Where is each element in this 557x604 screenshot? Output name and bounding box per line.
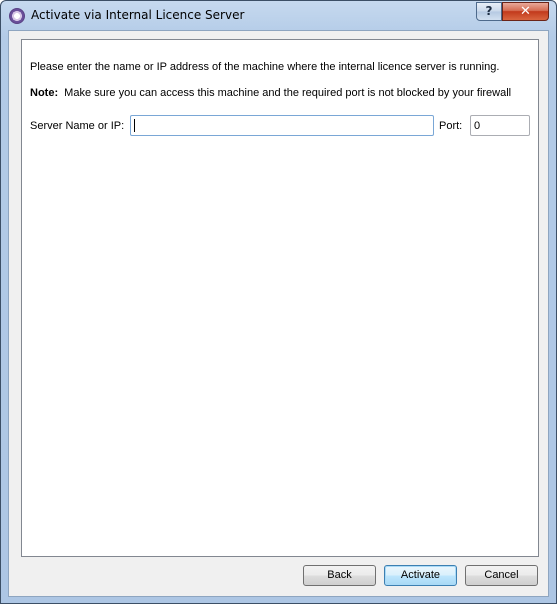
dialog-window: Activate via Internal Licence Server ? ✕… <box>0 0 557 604</box>
cancel-button[interactable]: Cancel <box>465 565 538 586</box>
intro-text: Please enter the name or IP address of t… <box>30 61 500 73</box>
dialog-body: Please enter the name or IP address of t… <box>8 30 549 597</box>
note-text: Make sure you can access this machine an… <box>64 87 512 99</box>
server-name-input[interactable] <box>130 115 434 136</box>
note-label: Note: <box>30 87 59 99</box>
activate-button[interactable]: Activate <box>384 565 457 586</box>
content-panel: Please enter the name or IP address of t… <box>21 39 539 557</box>
close-icon: ✕ <box>520 4 531 19</box>
back-button[interactable]: Back <box>303 565 376 586</box>
note-line: Note: Make sure you can access this mach… <box>30 87 511 99</box>
title-bar[interactable]: Activate via Internal Licence Server ? ✕ <box>1 1 556 31</box>
window-title: Activate via Internal Licence Server <box>31 8 245 22</box>
help-button[interactable]: ? <box>476 2 502 21</box>
port-label: Port: <box>439 120 463 132</box>
port-input[interactable] <box>470 115 530 136</box>
text-caret <box>134 119 135 132</box>
server-name-label: Server Name or IP: <box>30 120 125 132</box>
app-logo-icon <box>9 8 25 24</box>
close-button[interactable]: ✕ <box>502 2 549 21</box>
